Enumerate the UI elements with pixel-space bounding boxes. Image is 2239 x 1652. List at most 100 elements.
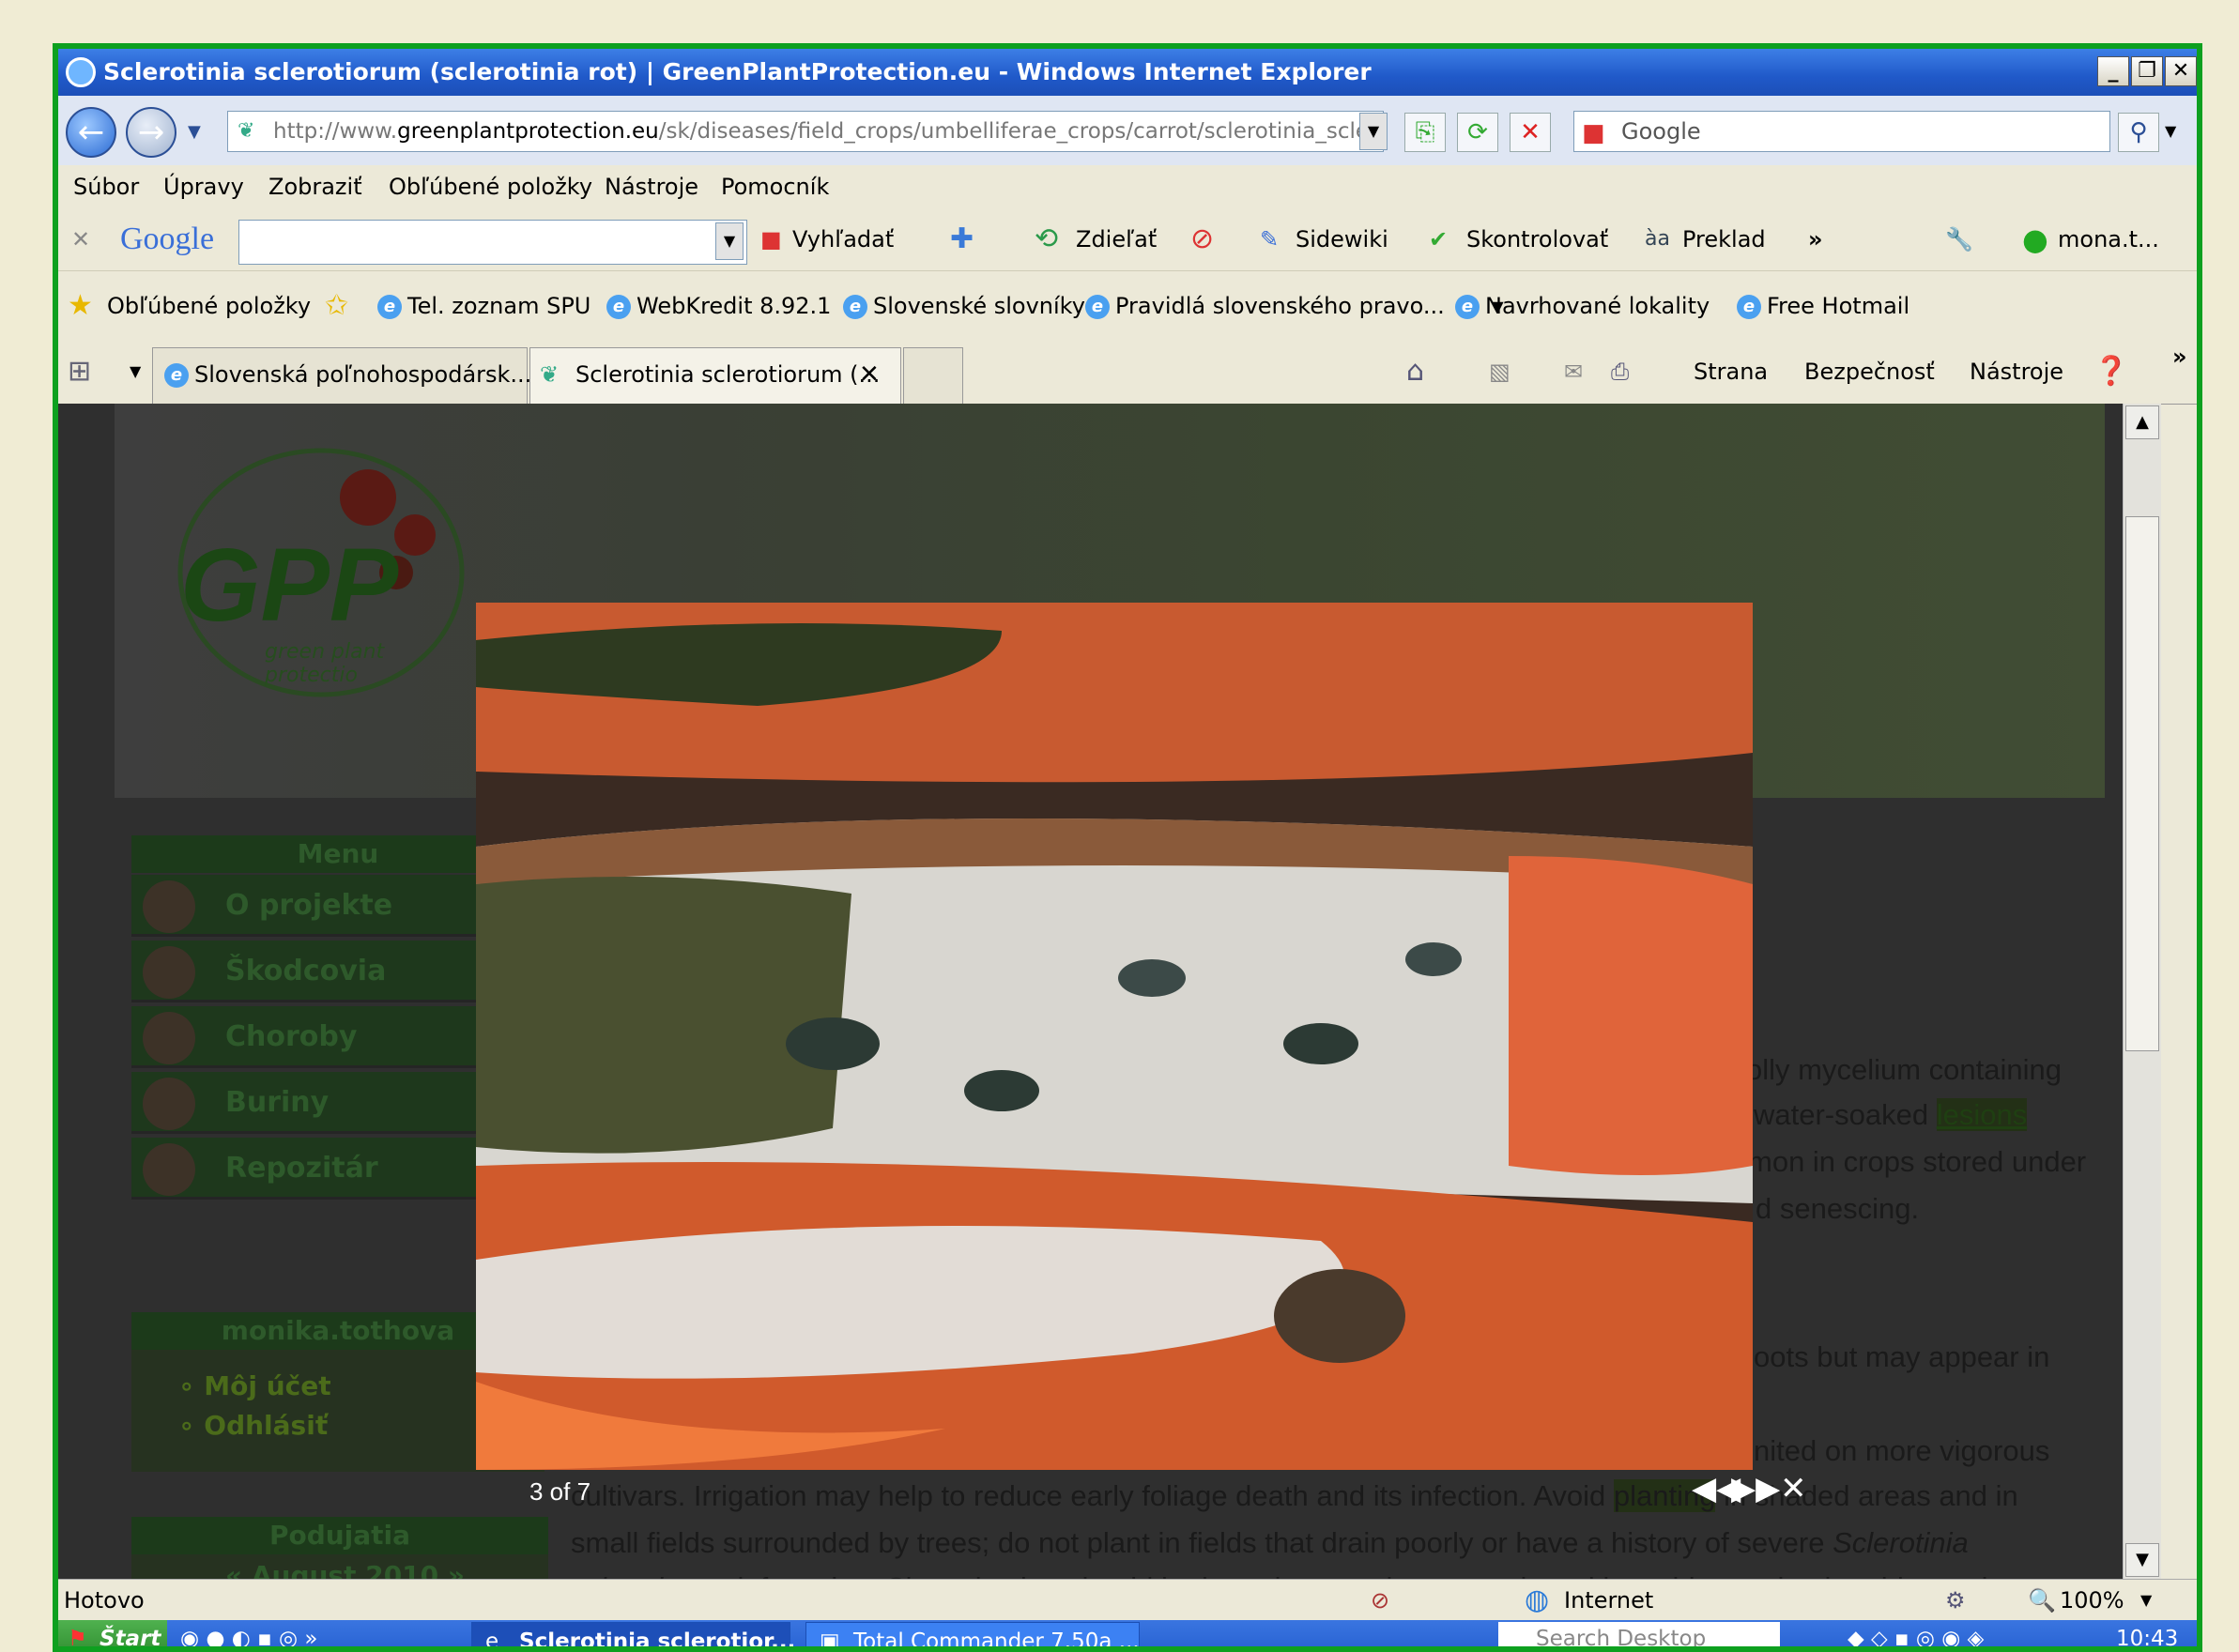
windows-flag-icon: ⚑ [68, 1627, 87, 1651]
add-button-icon[interactable]: ✚ [950, 208, 974, 270]
help-icon[interactable]: ❓ [2093, 340, 2128, 404]
tab-list-dropdown-icon[interactable]: ▼ [130, 340, 141, 404]
menu-file[interactable]: Súbor [73, 165, 139, 208]
wrench-icon[interactable]: 🔧 [1945, 208, 1973, 270]
quick-launch-icons[interactable]: ◉ ● ◐ ▪ ◎ » [180, 1620, 318, 1646]
fav-link-suggested-sites[interactable]: e Navrhované lokality ▾ [1455, 271, 1710, 341]
taskbar-item-total-commander[interactable]: ▣ Total Commander 7.50a ... [805, 1622, 1140, 1652]
scroll-thumb[interactable] [2125, 516, 2159, 1051]
share-button[interactable]: Zdieľať [1076, 208, 1157, 270]
zoom-level[interactable]: 100% [2060, 1580, 2124, 1621]
vertical-scrollbar[interactable]: ▲ ▼ [2123, 404, 2161, 1579]
article-line: mon in crops stored under [1748, 1145, 2087, 1178]
taskbar-item-ie[interactable]: e Sclerotinia sclerotior... [471, 1622, 795, 1646]
maximize-button[interactable]: ❐ [2131, 56, 2163, 86]
compatibility-view-icon[interactable]: ⎘ [1404, 113, 1446, 152]
article-line: small fields surrounded by trees; do not… [571, 1526, 1969, 1560]
popup-blocker-icon[interactable]: ⊘ [1190, 208, 1214, 270]
close-window-button[interactable]: ✕ [2165, 56, 2197, 86]
fav-link-slovnik[interactable]: e Slovenské slovníky [843, 271, 1085, 341]
fav-link-label: Pravidlá slovenského pravo... [1115, 293, 1445, 319]
feeds-icon[interactable]: ▧ [1489, 340, 1511, 404]
floppy-icon: ▣ [820, 1629, 840, 1652]
logout-label: Odhlásiť [204, 1410, 329, 1441]
article-line: water-soaked lesions [1754, 1098, 2028, 1132]
lightbox-close-button[interactable]: ✕ [1780, 1470, 1807, 1507]
popup-status-icon[interactable]: ⊘ [1371, 1580, 1389, 1621]
title-bar[interactable]: Sclerotinia sclerotiorum (sclerotinia ro… [58, 49, 2197, 96]
translate-button[interactable]: Preklad [1682, 208, 1766, 270]
article-italic: sclerotiorum [571, 1571, 729, 1579]
lightbox-next-button[interactable]: ▶▶ [1731, 1470, 1780, 1507]
my-account-link[interactable]: ∘ Môj účet [178, 1370, 331, 1401]
menu-favorites[interactable]: Obľúbené položky [389, 165, 592, 208]
fav-link-pravidla[interactable]: e Pravidlá slovenského pravo... [1085, 271, 1445, 341]
menu-thumb-icon [143, 1078, 195, 1130]
window-title: Sclerotinia sclerotiorum (sclerotinia ro… [103, 58, 1372, 85]
menu-edit[interactable]: Úpravy [163, 165, 244, 208]
google-account-button[interactable]: mona.t... [2058, 208, 2159, 270]
fav-link-label: Tel. zoznam SPU [407, 293, 591, 319]
history-dropdown-icon[interactable]: ▼ [188, 122, 201, 142]
close-tab-icon[interactable]: ✕ [859, 343, 880, 406]
minimize-button[interactable]: _ [2097, 56, 2129, 86]
favorites-button[interactable]: Obľúbené položky [107, 271, 311, 341]
search-input[interactable]: ■ Google [1573, 111, 2110, 152]
task-label: Sclerotinia sclerotior... [519, 1629, 796, 1652]
new-tab-button[interactable] [903, 347, 963, 404]
nav-item-label: Repozitár [225, 1152, 378, 1185]
tab-sclerotinia[interactable]: ❦ Sclerotinia sclerotiorum (... ✕ [529, 347, 901, 404]
refresh-icon[interactable]: ⟳ [1457, 113, 1498, 152]
spellcheck-icon: ✔ [1429, 226, 1449, 252]
fav-link-label: Free Hotmail [1767, 293, 1910, 319]
tools-menu-button[interactable]: Nástroje [1970, 340, 2063, 404]
tab-spu[interactable]: e Slovenská poľnohospodársk... [152, 347, 531, 404]
mail-icon[interactable]: ✉ [1564, 340, 1583, 404]
my-account-label: Môj účet [204, 1370, 331, 1401]
scroll-down-button[interactable]: ▼ [2125, 1543, 2159, 1577]
spellcheck-button[interactable]: Skontrolovať [1466, 208, 1608, 270]
article-line: d senescing. [1756, 1192, 1920, 1225]
print-icon[interactable]: ⎙ [1611, 340, 1629, 404]
favorites-star-icon: ★ [68, 289, 93, 322]
article-line: sclerotiorum infestation. Site selection… [571, 1571, 2014, 1579]
toolbar-close-icon[interactable]: ✕ [71, 208, 90, 270]
google-search-button[interactable]: Vyhľadať [792, 208, 894, 270]
quick-tabs-icon[interactable]: ⊞ [68, 340, 91, 404]
logout-link[interactable]: ∘ Odhlásiť [178, 1410, 328, 1441]
stop-icon[interactable]: ✕ [1510, 113, 1551, 152]
toolbar-more-chevron[interactable]: » [1808, 208, 1823, 270]
protected-mode-icon[interactable]: ⚙ [1945, 1580, 1966, 1621]
menu-help[interactable]: Pomocník [721, 165, 829, 208]
fav-link-webkredit[interactable]: e WebKredit 8.92.1 [606, 271, 831, 341]
search-magnifier-icon[interactable]: ⚲ [2118, 113, 2159, 152]
menu-view[interactable]: Zobraziť [268, 165, 362, 208]
start-label: Štart [100, 1627, 161, 1651]
address-field[interactable]: ❦ http://www.greenplantprotection.eu/sk/… [227, 111, 1384, 152]
zoom-dropdown-icon[interactable]: ▼ [2140, 1580, 2152, 1621]
lesions-link[interactable]: lesions [1936, 1098, 2028, 1131]
fav-link-hotmail[interactable]: e Free Hotmail [1737, 271, 1909, 341]
article-line: oots but may appear in [1754, 1340, 2050, 1373]
back-button[interactable]: ← [66, 107, 116, 158]
command-more-chevron[interactable]: » [2172, 325, 2187, 389]
tray-icons[interactable]: ◆ ◇ ▪ ◎ ◉ ◈ [1848, 1620, 1984, 1646]
google-search-history-dropdown[interactable]: ▼ [715, 222, 744, 260]
desktop-search-input[interactable]: Search Desktop [1498, 1622, 1780, 1646]
start-button[interactable]: ⚑ Štart [58, 1620, 167, 1651]
scroll-up-button[interactable]: ▲ [2125, 405, 2159, 439]
forward-button[interactable]: → [126, 107, 176, 158]
add-favorite-icon[interactable]: ✩ [325, 271, 348, 341]
search-options-dropdown-icon[interactable]: ▼ [2165, 122, 2176, 140]
article-text: water-soaked [1754, 1098, 1937, 1131]
page-menu-button[interactable]: Strana [1694, 340, 1768, 404]
events-month-nav[interactable]: « August 2010 » [225, 1560, 465, 1579]
home-icon[interactable]: ⌂ [1406, 340, 1424, 404]
address-path: /sk/diseases/field_crops/umbelliferae_cr… [658, 119, 1384, 144]
sidewiki-button[interactable]: Sidewiki [1296, 208, 1388, 270]
google-toolbar-search-input[interactable] [238, 220, 747, 265]
address-dropdown-button[interactable]: ▼ [1359, 113, 1388, 150]
safety-menu-button[interactable]: Bezpečnosť [1804, 340, 1935, 404]
fav-link-tel-zoznam[interactable]: e Tel. zoznam SPU [377, 271, 590, 341]
menu-tools[interactable]: Nástroje [605, 165, 698, 208]
